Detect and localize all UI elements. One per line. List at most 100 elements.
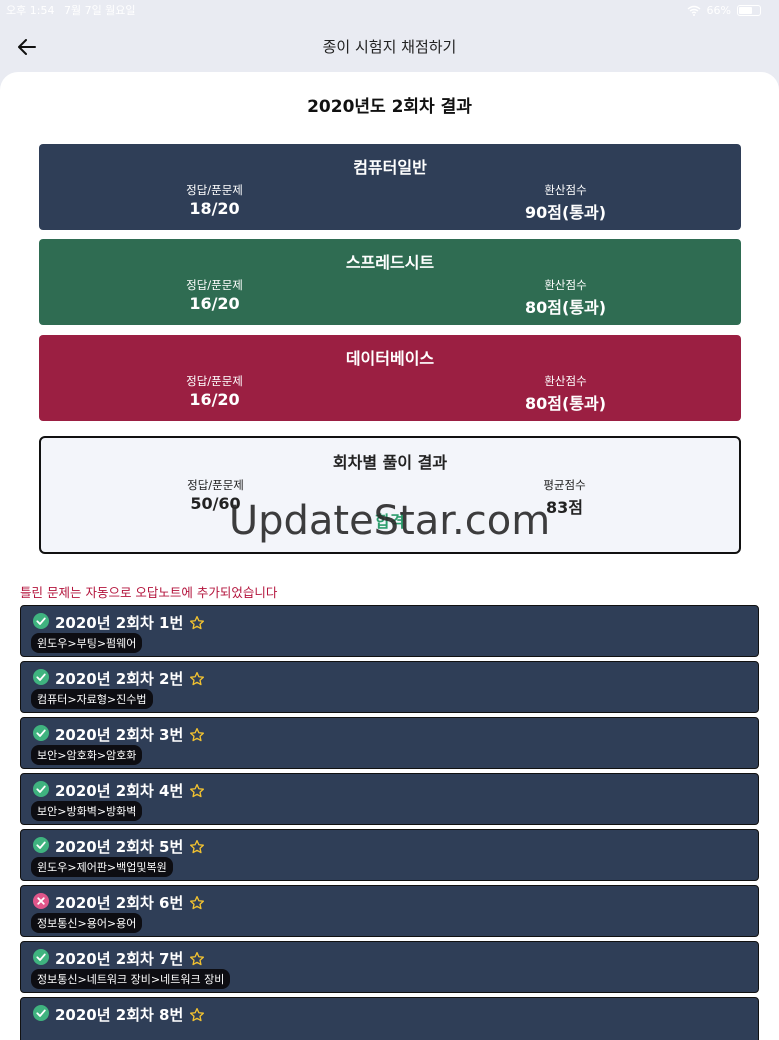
result-sheet: 2020년도 2회차 결과 컴퓨터일반 정답/푼문제 18/20 환산점수 90… (0, 72, 779, 1040)
arrow-left-icon (18, 39, 36, 55)
score-value: 80점(통과) (524, 394, 607, 413)
star-icon[interactable] (189, 895, 205, 911)
status-right: 66% (687, 4, 761, 17)
star-icon[interactable] (189, 839, 205, 855)
star-icon[interactable] (189, 783, 205, 799)
correct-label: 정답/푼문제 (186, 374, 243, 388)
subject-stats: 정답/푼문제 16/20 환산점수 80점(통과) (39, 373, 741, 414)
score-label: 환산점수 (544, 183, 587, 197)
check-circle-icon (33, 780, 49, 797)
question-category-tag: 정보통신>네트워크 장비>네트워크 장비 (31, 969, 231, 989)
check-circle-icon (33, 668, 49, 689)
battery-icon (737, 4, 761, 16)
battery-percent: 66% (706, 3, 731, 17)
question-item-2[interactable]: 2020년 2회차 2번 컴퓨터>자료형>진수법 (20, 661, 759, 713)
question-header: 2020년 2회차 1번 (33, 612, 205, 633)
star-icon[interactable] (189, 1007, 205, 1023)
correct-label: 정답/푼문제 (186, 183, 243, 197)
correct-stat: 정답/푼문제 18/20 (39, 182, 390, 223)
question-title: 2020년 2회차 8번 (55, 1006, 184, 1024)
score-stat: 환산점수 90점(통과) (390, 182, 741, 223)
question-item-7[interactable]: 2020년 2회차 7번 정보통신>네트워크 장비>네트워크 장비 (20, 941, 759, 993)
question-category-tag: 윈도우>부팅>펌웨어 (31, 633, 143, 653)
question-item-6[interactable]: 2020년 2회차 6번 정보통신>용어>용어 (20, 885, 759, 937)
subject-name: 데이터베이스 (345, 349, 435, 368)
subject-stats: 정답/푼문제 16/20 환산점수 80점(통과) (39, 277, 741, 318)
question-category-tag: 보안>암호화>암호화 (31, 745, 143, 765)
question-category-tag: 컴퓨터>자료형>진수법 (31, 689, 153, 709)
score-label: 환산점수 (544, 278, 587, 292)
check-circle-icon (33, 612, 49, 633)
status-date: 7월 7일 월요일 (63, 4, 136, 17)
question-header: 2020년 2회차 8번 (33, 1004, 205, 1025)
question-title: 2020년 2회차 5번 (55, 838, 184, 856)
page-title: 종이 시험지 채점하기 (322, 37, 457, 56)
summary-title: 회차별 풀이 결과 (332, 453, 448, 472)
average-score-label: 평균점수 (543, 478, 586, 492)
status-time: 오후 1:54 (6, 4, 55, 17)
score-value: 90점(통과) (524, 203, 607, 222)
wifi-icon (687, 5, 700, 16)
check-circle-icon (33, 780, 49, 801)
question-header: 2020년 2회차 2번 (33, 668, 205, 689)
star-icon[interactable] (189, 671, 205, 687)
question-category-tag: 정보통신>용어>용어 (31, 913, 143, 933)
question-title: 2020년 2회차 6번 (55, 894, 184, 912)
question-header: 2020년 2회차 6번 (33, 892, 205, 913)
question-category-tag: 보안>방화벽>방화벽 (31, 801, 143, 821)
correct-stat: 정답/푼문제 16/20 (39, 277, 390, 318)
subject-name: 컴퓨터일반 (353, 158, 427, 177)
question-header: 2020년 2회차 5번 (33, 836, 205, 857)
score-stat: 환산점수 80점(통과) (390, 277, 741, 318)
x-circle-icon (33, 892, 49, 913)
question-list: 2020년 2회차 1번 윈도우>부팅>펌웨어 2020년 2회차 2번 컴퓨터… (20, 605, 759, 1040)
total-correct-label: 정답/푼문제 (187, 478, 244, 492)
result-title: 2020년도 2회차 결과 (307, 97, 472, 117)
subject-stats: 정답/푼문제 18/20 환산점수 90점(통과) (39, 182, 741, 223)
question-title: 2020년 2회차 1번 (55, 614, 184, 632)
question-title: 2020년 2회차 3번 (55, 726, 184, 744)
question-title: 2020년 2회차 7번 (55, 950, 184, 968)
question-item-4[interactable]: 2020년 2회차 4번 보안>방화벽>방화벽 (20, 773, 759, 825)
correct-stat: 정답/푼문제 16/20 (39, 373, 390, 414)
question-header: 2020년 2회차 7번 (33, 948, 205, 969)
question-header: 2020년 2회차 3번 (33, 724, 205, 745)
check-circle-icon (33, 948, 49, 969)
app-bar: 종이 시험지 채점하기 (0, 20, 779, 72)
back-button[interactable] (12, 32, 42, 62)
correct-label: 정답/푼문제 (186, 278, 243, 292)
subject-card-spreadsheet: 스프레드시트 정답/푼문제 16/20 환산점수 80점(통과) (39, 239, 741, 325)
x-circle-icon (33, 892, 49, 909)
question-header: 2020년 2회차 4번 (33, 780, 205, 801)
star-icon[interactable] (189, 615, 205, 631)
check-circle-icon (33, 836, 49, 857)
correct-value: 16/20 (189, 294, 240, 313)
correct-value: 16/20 (189, 390, 240, 409)
star-icon[interactable] (189, 727, 205, 743)
status-bar: 오후 1:54 7월 7일 월요일 66% (0, 0, 779, 20)
subject-card-computer: 컴퓨터일반 정답/푼문제 18/20 환산점수 90점(통과) (39, 144, 741, 230)
question-item-8[interactable]: 2020년 2회차 8번 (20, 997, 759, 1040)
wrong-answer-notice: 틀린 문제는 자동으로 오답노트에 추가되었습니다 (20, 585, 278, 600)
score-stat: 환산점수 80점(통과) (390, 373, 741, 414)
subject-name: 스프레드시트 (345, 253, 435, 272)
question-category-tag: 윈도우>제어판>백업및복원 (31, 857, 173, 877)
question-item-1[interactable]: 2020년 2회차 1번 윈도우>부팅>펌웨어 (20, 605, 759, 657)
score-value: 80점(통과) (524, 298, 607, 317)
pass-verdict: 합격 (375, 512, 405, 531)
status-left: 오후 1:54 7월 7일 월요일 (6, 2, 136, 18)
check-circle-icon (33, 1004, 49, 1021)
score-label: 환산점수 (544, 374, 587, 388)
question-title: 2020년 2회차 4번 (55, 782, 184, 800)
question-item-3[interactable]: 2020년 2회차 3번 보안>암호화>암호화 (20, 717, 759, 769)
correct-value: 18/20 (189, 199, 240, 218)
question-title: 2020년 2회차 2번 (55, 670, 184, 688)
check-circle-icon (33, 724, 49, 745)
check-circle-icon (33, 948, 49, 965)
check-circle-icon (33, 1004, 49, 1025)
check-circle-icon (33, 836, 49, 853)
subject-card-database: 데이터베이스 정답/푼문제 16/20 환산점수 80점(통과) (39, 335, 741, 421)
question-item-5[interactable]: 2020년 2회차 5번 윈도우>제어판>백업및복원 (20, 829, 759, 881)
summary-card: 회차별 풀이 결과 정답/푼문제 50/60 평균점수 83점 합격 (39, 436, 741, 554)
star-icon[interactable] (189, 951, 205, 967)
